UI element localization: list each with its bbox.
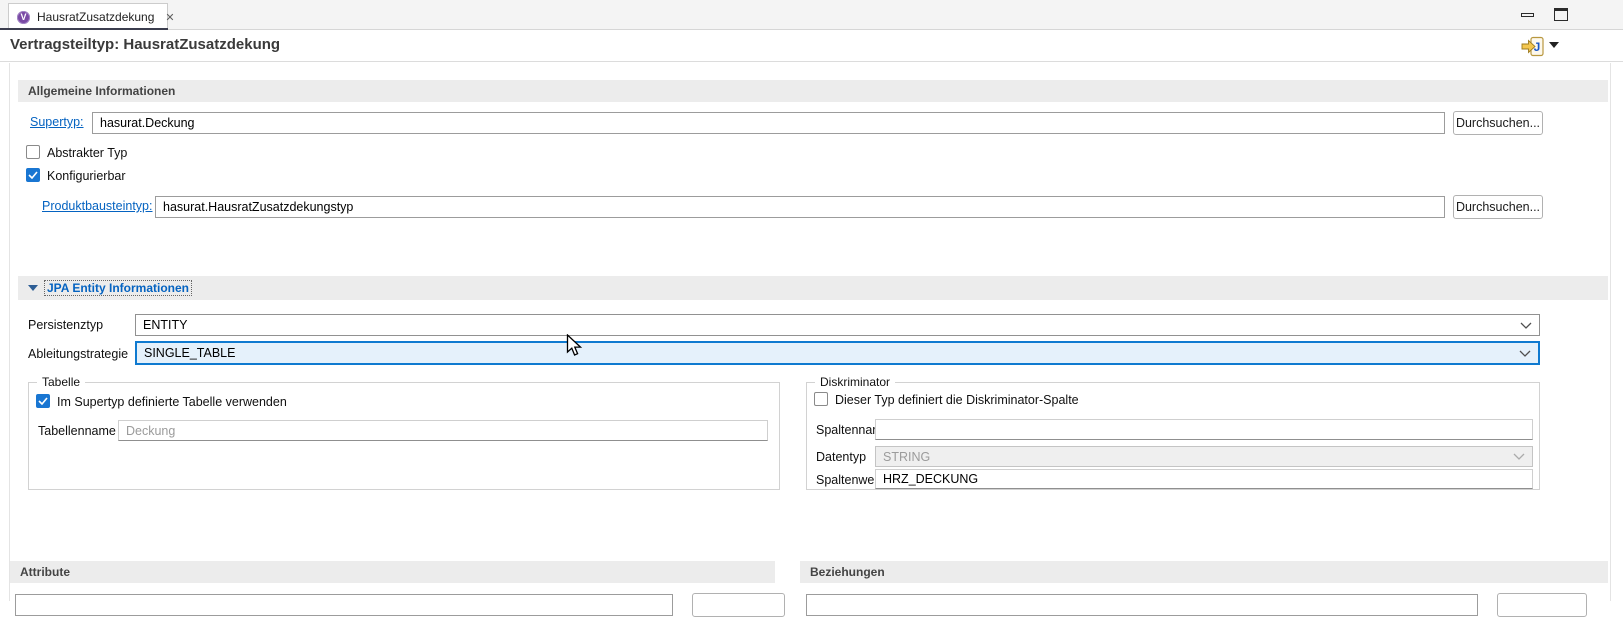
section-title: Allgemeine Informationen <box>28 84 175 98</box>
persistenztyp-combo[interactable]: ENTITY <box>135 314 1540 336</box>
content-left-border <box>9 63 10 601</box>
diskriminator-group-title: Diskriminator <box>815 375 895 389</box>
supertyp-link[interactable]: Supertyp: <box>30 115 84 129</box>
supertyp-browse-button[interactable]: Durchsuchen... <box>1453 111 1543 135</box>
attribute-filter-input[interactable] <box>15 594 673 616</box>
produktbausteintyp-link[interactable]: Produktbausteintyp: <box>42 199 153 213</box>
spaltenwert-input[interactable] <box>875 469 1533 489</box>
tab-label: HausratZusatzdekung <box>37 10 154 24</box>
spaltenwert-label: Spaltenwert <box>816 473 882 487</box>
persistenztyp-value: ENTITY <box>143 318 187 332</box>
datentyp-combo: STRING <box>875 446 1533 467</box>
section-title: Beziehungen <box>810 565 885 579</box>
tabellenname-label: Tabellenname <box>38 424 116 438</box>
editor-window: V HausratZusatzdekung ✕ Vertragsteiltyp:… <box>0 0 1623 601</box>
collapse-twistie-icon[interactable] <box>28 285 38 291</box>
active-tab-indicator <box>0 28 168 30</box>
spaltenname-input[interactable] <box>875 419 1533 440</box>
checkmark-icon <box>28 166 38 184</box>
minimize-icon[interactable] <box>1521 13 1534 17</box>
supertype-table-label: Im Supertyp definierte Tabelle verwenden <box>57 395 287 409</box>
content-right-border <box>1610 63 1611 601</box>
tabellenname-input <box>118 420 768 441</box>
tab-hausratzusatzdekung[interactable]: V HausratZusatzdekung ✕ <box>8 3 168 30</box>
abstrakter-typ-label: Abstrakter Typ <box>47 146 127 160</box>
page-title: Vertragsteiltyp: HausratZusatzdekung <box>10 36 280 53</box>
ableitungstrategie-combo[interactable]: SINGLE_TABLE <box>135 341 1540 365</box>
diskriminator-column-label: Dieser Typ definiert die Diskriminator-S… <box>835 393 1079 407</box>
java-export-icon[interactable]: J <box>1521 36 1545 58</box>
checkmark-icon <box>38 392 48 410</box>
chevron-down-icon <box>1513 453 1525 460</box>
tabelle-group-title: Tabelle <box>37 375 85 389</box>
supertype-table-checkbox[interactable] <box>36 394 50 408</box>
export-dropdown-icon[interactable] <box>1549 42 1559 48</box>
abstrakter-typ-checkbox[interactable] <box>26 145 40 159</box>
section-jpa-entity-informationen: JPA Entity Informationen <box>18 276 1608 300</box>
chevron-down-icon <box>1519 350 1531 357</box>
supertyp-input[interactable] <box>92 112 1445 134</box>
ableitungstrategie-value: SINGLE_TABLE <box>144 346 235 360</box>
chevron-down-icon <box>1520 322 1532 329</box>
attribute-add-button[interactable] <box>692 593 785 617</box>
konfigurierbar-checkbox[interactable] <box>26 168 40 182</box>
maximize-icon[interactable] <box>1554 8 1568 21</box>
konfigurierbar-label: Konfigurierbar <box>47 169 126 183</box>
tab-close-icon[interactable]: ✕ <box>163 11 176 24</box>
datentyp-label: Datentyp <box>816 450 866 464</box>
produktbausteintyp-browse-button[interactable]: Durchsuchen... <box>1453 195 1543 219</box>
diskriminator-column-checkbox[interactable] <box>814 392 828 406</box>
ableitungstrategie-label: Ableitungstrategie <box>28 347 128 361</box>
vertragsteiltyp-icon: V <box>17 11 30 24</box>
form-header: Vertragsteiltyp: HausratZusatzdekung <box>0 30 1623 62</box>
jpa-section-toggle[interactable]: JPA Entity Informationen <box>45 281 191 295</box>
section-attribute: Attribute <box>10 561 775 583</box>
section-beziehungen: Beziehungen <box>800 561 1608 583</box>
beziehungen-filter-input[interactable] <box>806 594 1478 616</box>
persistenztyp-label: Persistenztyp <box>28 318 103 332</box>
section-allgemeine-informationen: Allgemeine Informationen <box>18 80 1608 102</box>
section-title: Attribute <box>20 565 70 579</box>
datentyp-value: STRING <box>883 450 930 464</box>
beziehungen-add-button[interactable] <box>1497 593 1587 617</box>
produktbausteintyp-input[interactable] <box>155 196 1445 218</box>
editor-tab-bar: V HausratZusatzdekung ✕ <box>0 0 1623 30</box>
